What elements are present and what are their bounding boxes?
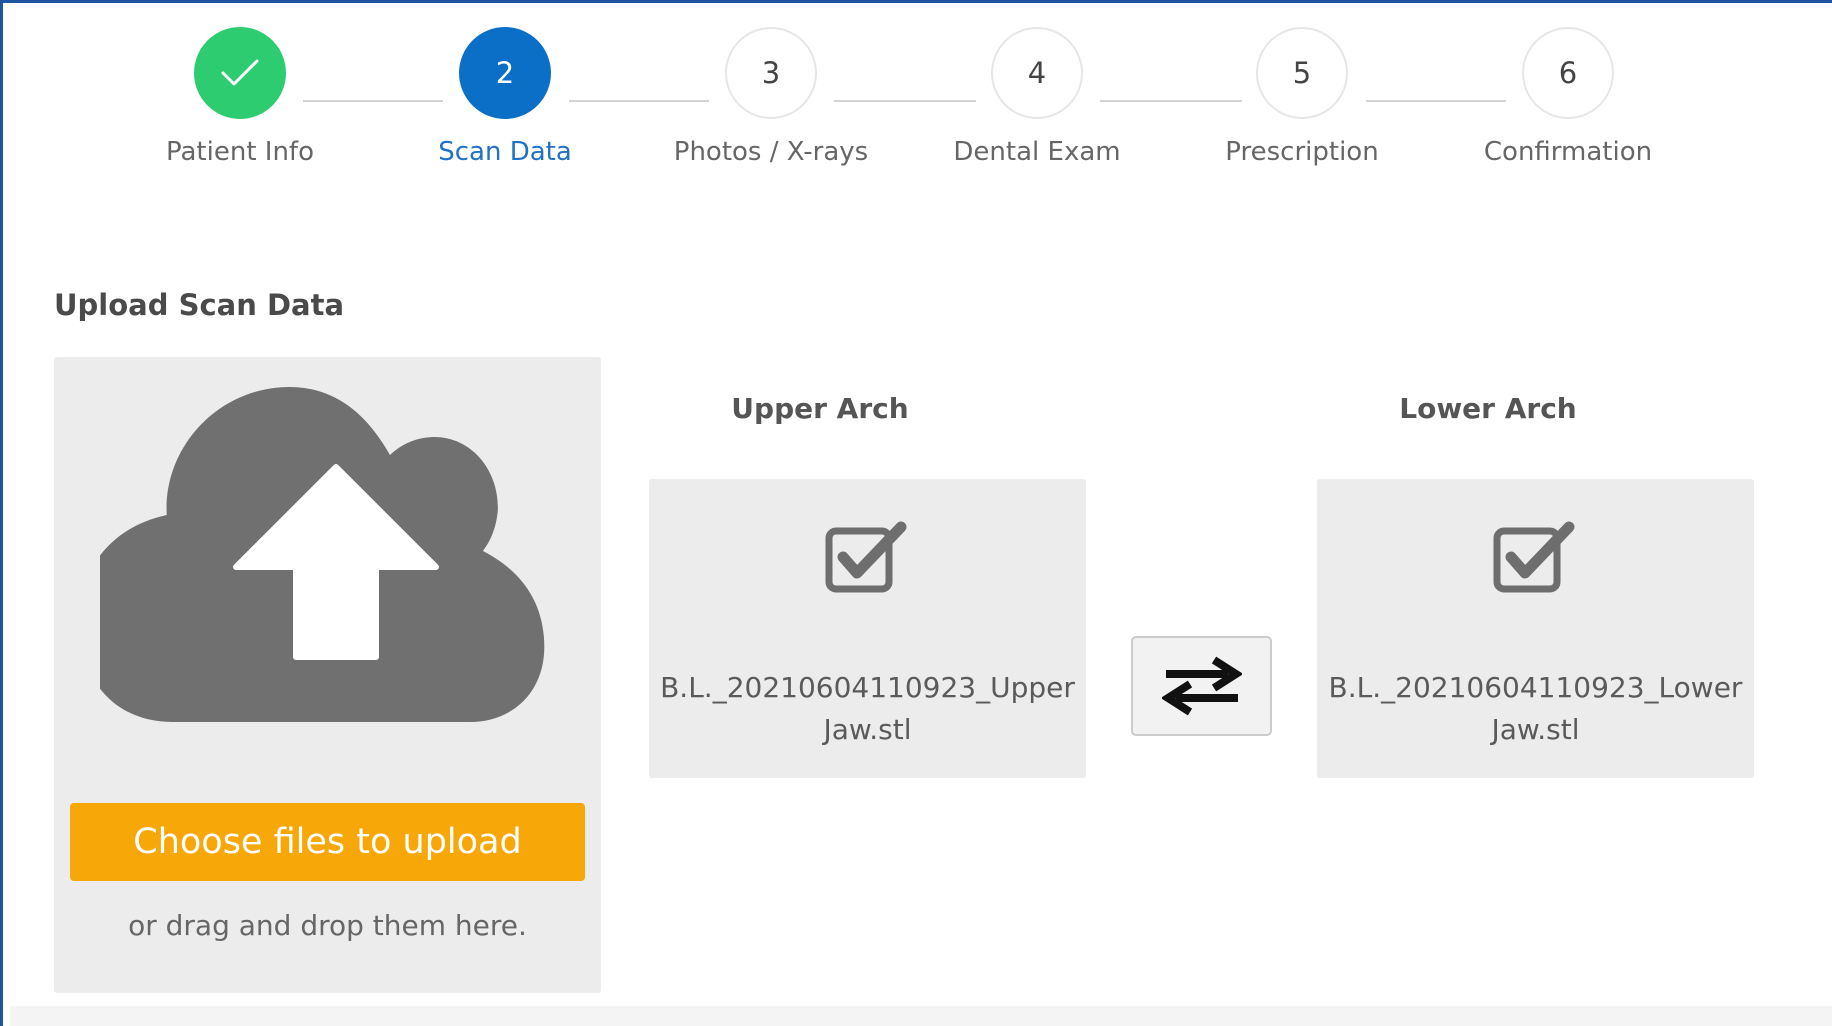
step-circle-done — [194, 27, 286, 119]
file-name-line: Jaw.stl — [823, 713, 912, 746]
upper-arch-file-tile[interactable]: B.L._20210604110923_Upper Jaw.stl — [649, 479, 1086, 778]
checkmark-icon — [221, 59, 259, 86]
drag-drop-hint: or drag and drop them here. — [128, 909, 527, 942]
lower-arch-file-tile[interactable]: B.L._20210604110923_Lower Jaw.stl — [1317, 479, 1754, 778]
progress-stepper: Patient Info 2 Scan Data 3 Photos / X-ra… — [0, 27, 1832, 187]
file-name: B.L._20210604110923_Lower Jaw.stl — [1317, 667, 1754, 751]
step-label: Photos / X-rays — [673, 137, 869, 167]
swap-arrows-icon — [1161, 656, 1242, 716]
section-title: Upload Scan Data — [54, 288, 345, 322]
file-name-line: B.L._20210604110923_Upper — [660, 671, 1075, 704]
checked-box-icon — [1493, 521, 1575, 593]
step-confirmation[interactable]: 6 Confirmation — [1418, 27, 1718, 167]
step-label: Patient Info — [165, 137, 314, 167]
step-photos-xrays[interactable]: 3 Photos / X-rays — [621, 27, 921, 167]
cloud-upload-icon — [100, 387, 545, 722]
choose-files-button[interactable]: Choose files to upload — [70, 803, 585, 881]
step-number: 5 — [1256, 27, 1348, 119]
step-label: Scan Data — [438, 137, 572, 167]
step-scan-data[interactable]: 2 Scan Data — [355, 27, 655, 167]
step-number: 2 — [459, 27, 551, 119]
file-name: B.L._20210604110923_Upper Jaw.stl — [649, 667, 1086, 751]
swap-arches-button[interactable] — [1131, 636, 1272, 736]
file-name-line: B.L._20210604110923_Lower — [1328, 671, 1743, 704]
upload-drop-zone[interactable]: Choose files to upload or drag and drop … — [54, 357, 601, 993]
step-number: 3 — [725, 27, 817, 119]
file-name-line: Jaw.stl — [1491, 713, 1580, 746]
step-patient-info[interactable]: Patient Info — [90, 27, 390, 167]
step-dental-exam[interactable]: 4 Dental Exam — [887, 27, 1187, 167]
step-prescription[interactable]: 5 Prescription — [1152, 27, 1452, 167]
step-label: Dental Exam — [953, 137, 1121, 167]
step-number: 4 — [991, 27, 1083, 119]
step-label: Confirmation — [1483, 137, 1653, 167]
checked-box-icon — [825, 521, 907, 593]
upper-arch-label: Upper Arch — [731, 392, 909, 425]
lower-arch-label: Lower Arch — [1399, 392, 1577, 425]
step-number: 6 — [1522, 27, 1614, 119]
step-label: Prescription — [1225, 137, 1379, 167]
bottom-strip — [10, 1006, 1832, 1026]
